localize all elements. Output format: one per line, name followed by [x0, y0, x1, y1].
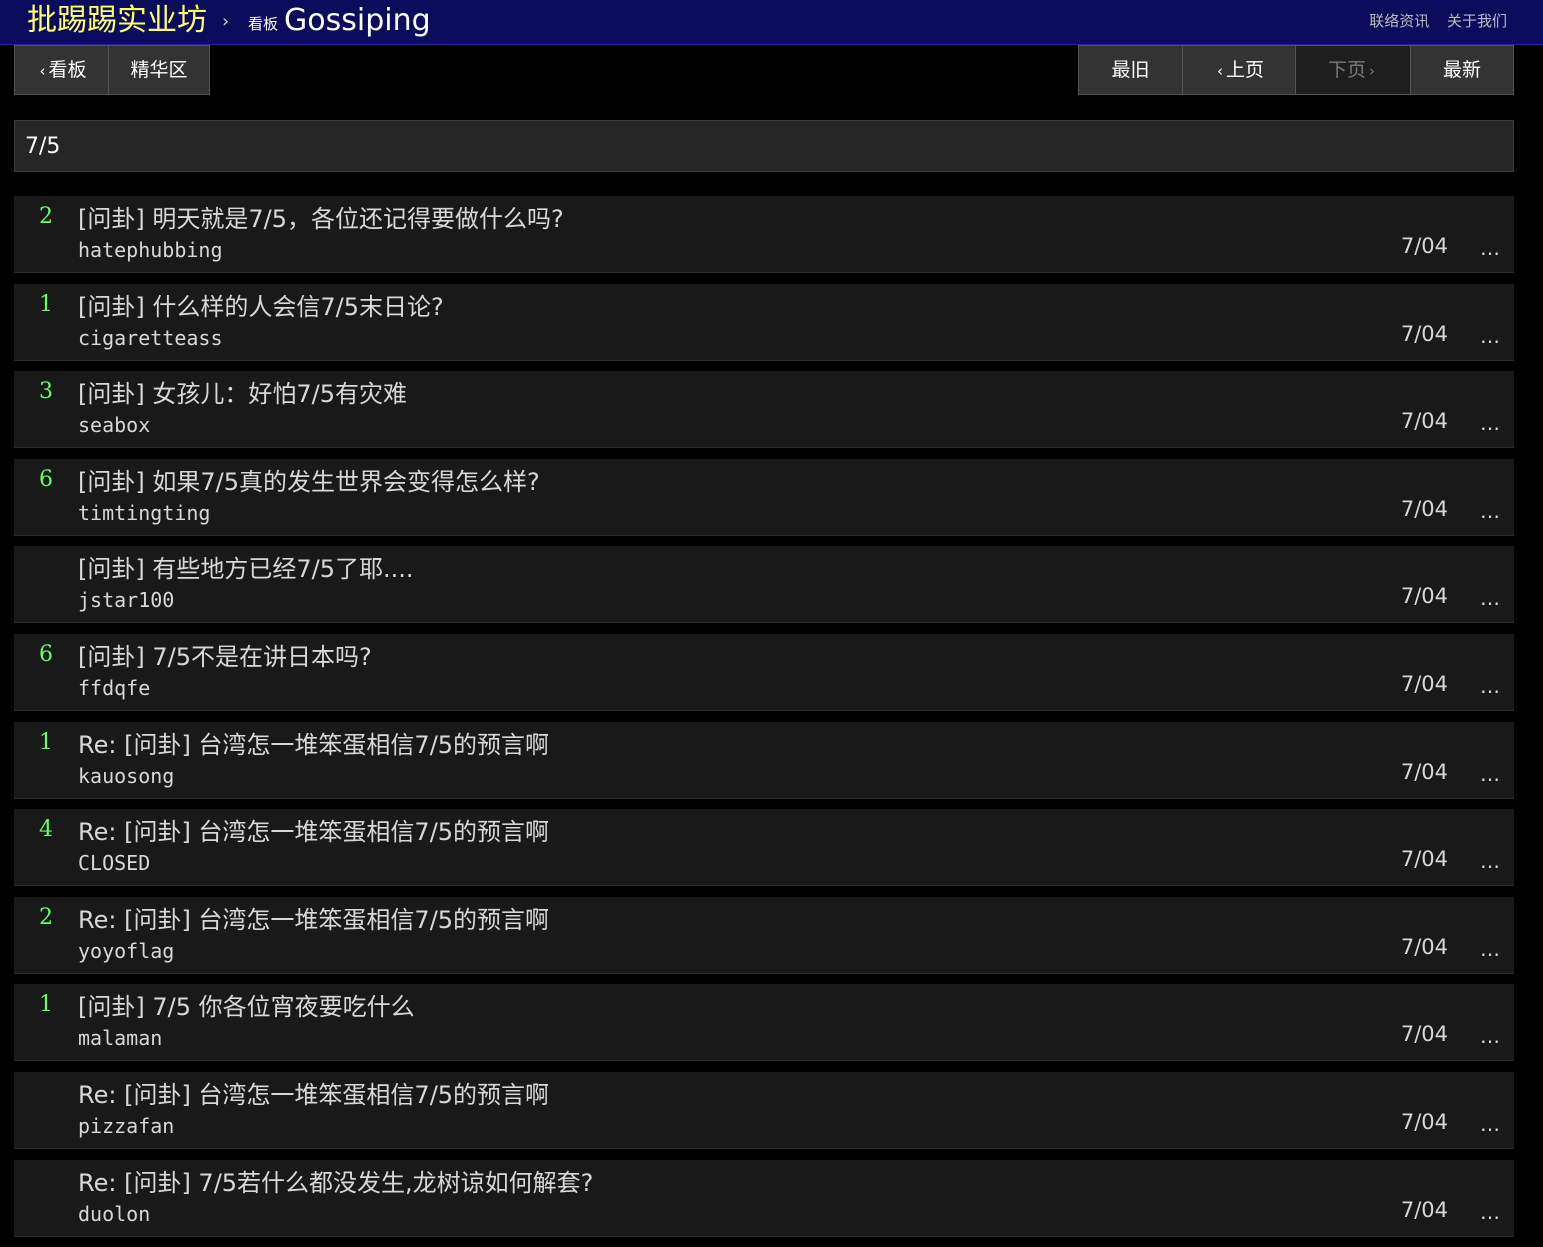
- post-date: 7/04: [1400, 1109, 1448, 1134]
- push-count: 4: [39, 817, 53, 843]
- more-icon[interactable]: …: [1480, 847, 1500, 875]
- site-title-link[interactable]: 批踢踢实业坊: [27, 2, 207, 40]
- more-icon[interactable]: …: [1480, 760, 1500, 788]
- more-icon[interactable]: …: [1480, 234, 1500, 262]
- post-author[interactable]: yoyoflag: [78, 937, 174, 965]
- contact-info-link[interactable]: 联络资讯: [1369, 12, 1429, 30]
- post-author[interactable]: malaman: [78, 1024, 162, 1052]
- board-name-link[interactable]: Gossiping: [284, 2, 431, 40]
- more-icon[interactable]: …: [1480, 935, 1500, 963]
- push-count: 2: [39, 904, 53, 930]
- post-title-link[interactable]: [问卦] 什么样的人会信7/5末日论?: [78, 290, 444, 324]
- post-row: 4 Re: [问卦] 台湾怎一堆笨蛋相信7/5的预言啊 CLOSED 7/04 …: [14, 809, 1514, 887]
- post-row: 2 [问卦] 明天就是7/5，各位还记得要做什么吗? hatephubbing …: [14, 196, 1514, 273]
- post-title-link[interactable]: [问卦] 明天就是7/5，各位还记得要做什么吗?: [78, 202, 564, 236]
- chevron-left-icon: ‹: [1216, 62, 1223, 80]
- digest-button[interactable]: 精华区: [108, 46, 209, 94]
- post-title-link[interactable]: Re: [问卦] 台湾怎一堆笨蛋相信7/5的预言啊: [78, 903, 549, 937]
- post-author[interactable]: pizzafan: [78, 1112, 174, 1140]
- post-row: 1 Re: [问卦] 台湾怎一堆笨蛋相信7/5的预言啊 kauosong 7/0…: [14, 721, 1514, 799]
- post-author[interactable]: jstar100: [78, 586, 174, 614]
- more-icon[interactable]: …: [1480, 584, 1500, 612]
- post-author[interactable]: hatephubbing: [78, 236, 223, 264]
- search-input[interactable]: [15, 121, 1513, 171]
- push-count: 2: [39, 204, 53, 229]
- post-title-link[interactable]: Re: [问卦] 台湾怎一堆笨蛋相信7/5的预言啊: [78, 728, 549, 762]
- push-count: 1: [39, 291, 53, 317]
- post-row: 3 [问卦] 女孩儿：好怕7/5有灾难 seabox 7/04 …: [14, 371, 1514, 449]
- back-to-boards-label: 看板: [48, 59, 87, 81]
- push-count: 3: [39, 379, 53, 405]
- push-count: 1: [39, 729, 53, 755]
- post-title-link[interactable]: [问卦] 7/5 你各位宵夜要吃什么: [78, 990, 415, 1024]
- post-date: 7/04: [1400, 321, 1448, 346]
- more-icon[interactable]: …: [1480, 497, 1500, 525]
- post-title-link[interactable]: [问卦] 如果7/5真的发生世界会变得怎么样?: [78, 465, 540, 499]
- post-date: 7/04: [1400, 496, 1448, 521]
- next-page-label: 下页: [1327, 59, 1366, 81]
- post-author[interactable]: cigaretteass: [78, 324, 223, 352]
- post-row: 6 [问卦] 7/5不是在讲日本吗? ffdqfe 7/04 …: [14, 633, 1514, 711]
- post-date: 7/04: [1400, 234, 1448, 258]
- post-title-link[interactable]: Re: [问卦] 7/5若什么都没发生,龙树谅如何解套?: [78, 1166, 593, 1200]
- breadcrumb-separator-icon: ›: [222, 11, 230, 32]
- post-date: 7/04: [1400, 934, 1448, 959]
- search-bar: [14, 120, 1514, 172]
- post-row: 1 [问卦] 什么样的人会信7/5末日论? cigaretteass 7/04 …: [14, 283, 1514, 361]
- prev-page-button[interactable]: ‹ 上页: [1182, 46, 1295, 94]
- post-title-link[interactable]: [问卦] 有些地方已经7/5了耶....: [78, 552, 414, 586]
- more-icon[interactable]: …: [1480, 1022, 1500, 1050]
- post-title-link[interactable]: Re: [问卦] 台湾怎一堆笨蛋相信7/5的预言啊: [78, 815, 549, 849]
- top-links: 联络资讯 关于我们: [1369, 11, 1507, 31]
- post-date: 7/04: [1400, 847, 1448, 872]
- post-author[interactable]: duolon: [78, 1200, 150, 1228]
- post-date: 7/04: [1400, 671, 1448, 696]
- chevron-right-icon: ›: [1369, 62, 1375, 80]
- post-title-link[interactable]: [问卦] 女孩儿：好怕7/5有灾难: [78, 377, 407, 411]
- post-author[interactable]: timtingting: [78, 499, 210, 527]
- prev-page-label: 上页: [1225, 59, 1264, 81]
- more-icon[interactable]: …: [1480, 672, 1500, 700]
- post-author[interactable]: CLOSED: [78, 849, 150, 877]
- post-author[interactable]: seabox: [78, 411, 150, 439]
- about-us-link[interactable]: 关于我们: [1447, 12, 1507, 30]
- paging-group: 最旧 ‹ 上页 下页 › 最新: [1078, 45, 1514, 95]
- next-page-button: 下页 ›: [1295, 46, 1410, 94]
- post-date: 7/04: [1400, 1022, 1448, 1047]
- more-icon[interactable]: …: [1480, 1110, 1500, 1138]
- post-date: 7/04: [1400, 409, 1448, 434]
- oldest-page-button[interactable]: 最旧: [1079, 46, 1182, 94]
- post-author[interactable]: kauosong: [78, 762, 174, 790]
- post-author[interactable]: ffdqfe: [78, 674, 150, 702]
- board-nav-group: ‹ 看板 精华区: [14, 45, 210, 95]
- push-count: 6: [39, 641, 53, 667]
- post-date: 7/04: [1400, 584, 1448, 609]
- more-icon[interactable]: …: [1480, 409, 1500, 437]
- breadcrumb-board-label: 看板: [248, 15, 279, 33]
- post-row: 2 Re: [问卦] 台湾怎一堆笨蛋相信7/5的预言啊 yoyoflag 7/0…: [14, 896, 1514, 974]
- chevron-left-icon: ‹: [39, 62, 46, 80]
- post-row: 6 [问卦] 如果7/5真的发生世界会变得怎么样? timtingting 7/…: [14, 458, 1514, 536]
- push-count: 1: [39, 992, 53, 1018]
- more-icon[interactable]: …: [1480, 1198, 1500, 1226]
- post-row: Re: [问卦] 台湾怎一堆笨蛋相信7/5的预言啊 pizzafan 7/04 …: [14, 1071, 1514, 1149]
- top-bar: 批踢踢实业坊 › 看板 Gossiping 联络资讯 关于我们: [0, 0, 1543, 45]
- post-date: 7/04: [1400, 1197, 1448, 1222]
- post-list: 2 [问卦] 明天就是7/5，各位还记得要做什么吗? hatephubbing …: [14, 196, 1514, 1247]
- post-title-link[interactable]: Re: [问卦] 台湾怎一堆笨蛋相信7/5的预言啊: [78, 1078, 549, 1112]
- more-icon[interactable]: …: [1480, 322, 1500, 350]
- post-row: 1 [问卦] 7/5 你各位宵夜要吃什么 malaman 7/04 …: [14, 984, 1514, 1062]
- post-title-link[interactable]: [问卦] 7/5不是在讲日本吗?: [78, 640, 372, 674]
- post-row: Re: [问卦] 7/5若什么都没发生,龙树谅如何解套? duolon 7/04…: [14, 1159, 1514, 1237]
- newest-page-button[interactable]: 最新: [1410, 46, 1513, 94]
- back-to-boards-button[interactable]: ‹ 看板: [15, 46, 108, 94]
- push-count: 6: [39, 466, 53, 492]
- post-row: [问卦] 有些地方已经7/5了耶.... jstar100 7/04 …: [14, 546, 1514, 624]
- post-date: 7/04: [1400, 759, 1448, 784]
